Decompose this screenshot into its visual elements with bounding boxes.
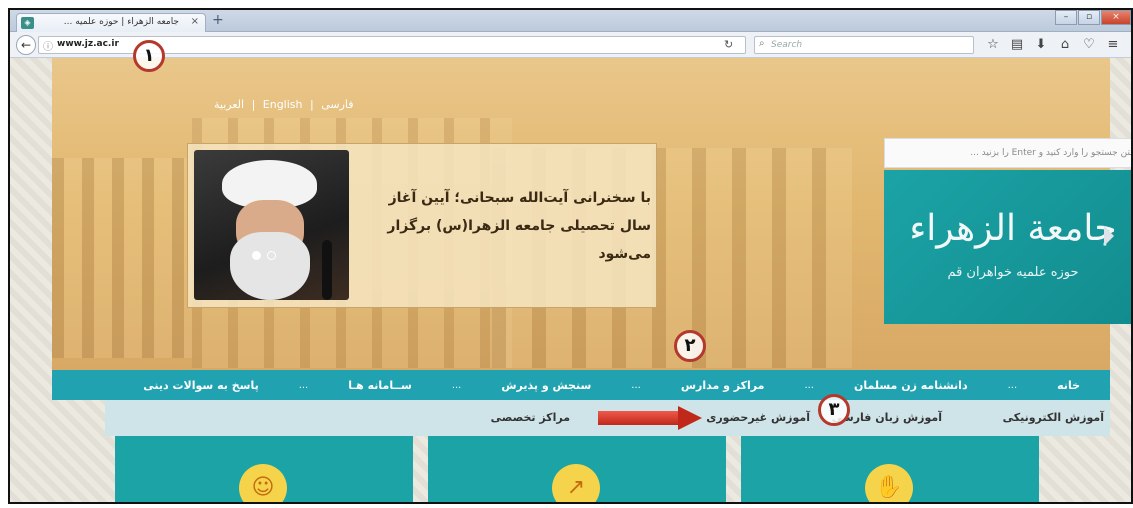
hero-banner: فارسی | English | العربیة با سخنرانی آیت… [52,58,1131,370]
downloads-icon[interactable]: ⬇ [1033,37,1049,52]
nav-more: ... [631,379,641,391]
site-search-input[interactable]: متن جستجو را وارد کنید و Enter را بزنید … [884,138,1131,168]
feature-card[interactable]: ✋ [741,436,1039,502]
reload-icon[interactable]: ↻ [724,38,733,51]
hand-money-icon: ✋ [865,464,913,502]
speaker-photo [194,150,349,300]
slider-dot-active[interactable] [252,251,261,260]
site-info-icon[interactable]: ⓘ [43,38,53,53]
nav-more: ... [298,379,309,391]
web-page: فارسی | English | العربیة با سخنرانی آیت… [10,58,1131,502]
lang-english-link[interactable]: English [263,98,303,111]
minimize-button[interactable]: – [1055,10,1077,25]
annotation-marker-2: ٢ [674,330,706,362]
microphone-icon [322,240,332,300]
nav-more: ... [451,379,462,391]
annotation-arrow [598,411,678,425]
browser-nav-bar: ← ⓘ www.jz.ac.ir ↻ ⌕ Search ☆ ▤ ⬇ ⌂ ♡ ≡ [10,32,1131,58]
nav-item-encyclopedia[interactable]: دانشنامه زن مسلمان [854,379,968,392]
logo-subtitle: حوزه علمیه خواهران قم [947,265,1079,280]
feature-cards: ☺ ↗ ✋ [10,436,1131,502]
logo-title: جامعة الزهراء [909,208,1117,249]
menu-icon[interactable]: ≡ [1105,37,1121,52]
site-favicon-icon: ◈ [21,17,34,29]
reading-list-icon[interactable]: ▤ [1009,37,1025,52]
browser-search-placeholder: Search [771,40,803,50]
annotation-arrow-head [678,406,702,430]
slider-dot[interactable] [267,251,276,260]
feature-card[interactable]: ↗ [428,436,726,502]
subnav-item-distance-learning[interactable]: آموزش غیرحضوری [706,411,810,424]
photo-detail [230,232,310,300]
subnav-item-specialized-centers[interactable]: مراکز تخصصی [491,411,570,424]
maximize-button[interactable]: ▫ [1078,10,1100,25]
reading-person-icon: ☺ [239,464,287,502]
nav-more: ... [1007,379,1018,391]
home-icon[interactable]: ⌂ [1057,37,1073,52]
bookmark-star-icon[interactable]: ☆ [985,37,1001,52]
lang-separator: | [310,98,314,111]
annotation-marker-3: ٣ [818,394,850,426]
nav-item-centers[interactable]: مراکز و مدارس [681,379,765,392]
nav-item-religious-questions[interactable]: پاسخ به سوالات دینی [143,379,258,392]
slide-caption[interactable]: با سخنرانی آیت‌الله سبحانی؛ آیین آغاز سا… [353,184,651,268]
lang-separator: | [251,98,256,111]
new-tab-button[interactable]: + [212,12,224,28]
annotation-marker-1: ١ [133,40,165,72]
lang-arabic-link[interactable]: العربیة [214,98,244,111]
browser-search-box[interactable]: ⌕ Search [754,36,974,54]
header-side-box: متن جستجو را وارد کنید و Enter را بزنید … [884,138,1131,324]
browser-tab-bar: ◈ جامعه الزهراء | حوزه علميه ... × + – ▫… [10,10,1131,32]
toolbar-icons: ☆ ▤ ⬇ ⌂ ♡ ≡ [985,37,1121,52]
nav-item-home[interactable]: خانه [1057,379,1080,392]
language-switcher: فارسی | English | العربیة [212,98,356,111]
screenshot-frame: ◈ جامعه الزهراء | حوزه علميه ... × + – ▫… [8,8,1133,504]
nav-item-systems[interactable]: ســامانه هـا [348,379,412,392]
window-close-button[interactable]: × [1101,10,1131,25]
subnav-item-e-learning[interactable]: آموزش الکترونیکی [1003,411,1104,424]
pocket-icon[interactable]: ♡ [1081,37,1097,52]
window-controls: – ▫ × [1054,10,1131,26]
url-text: www.jz.ac.ir [57,39,119,49]
news-slide[interactable]: با سخنرانی آیت‌الله سبحانی؛ آیین آغاز سا… [187,143,657,308]
back-arrow-icon[interactable]: ← [16,35,36,55]
main-nav: خانه ... دانشنامه زن مسلمان ... مراکز و … [52,370,1110,400]
url-host: www.jz.ac.ir [57,39,119,49]
browser-tab[interactable]: ◈ جامعه الزهراء | حوزه علميه ... × [16,13,206,32]
building-illustration [52,158,192,358]
lang-persian-link[interactable]: فارسی [321,98,353,111]
site-logo[interactable]: جامعة الزهراء حوزه علمیه خواهران قم [884,170,1131,324]
chevron-right-icon[interactable] [1104,226,1120,246]
tab-close-button[interactable]: × [191,16,199,27]
nav-more: ... [804,379,814,391]
tab-title: جامعه الزهراء | حوزه علميه ... [63,17,179,27]
slider-dots [252,251,276,260]
search-icon: ⌕ [759,38,765,49]
chart-growth-icon: ↗ [552,464,600,502]
feature-card[interactable]: ☺ [115,436,413,502]
nav-item-admission[interactable]: سنجش و پذیرش [501,379,591,392]
